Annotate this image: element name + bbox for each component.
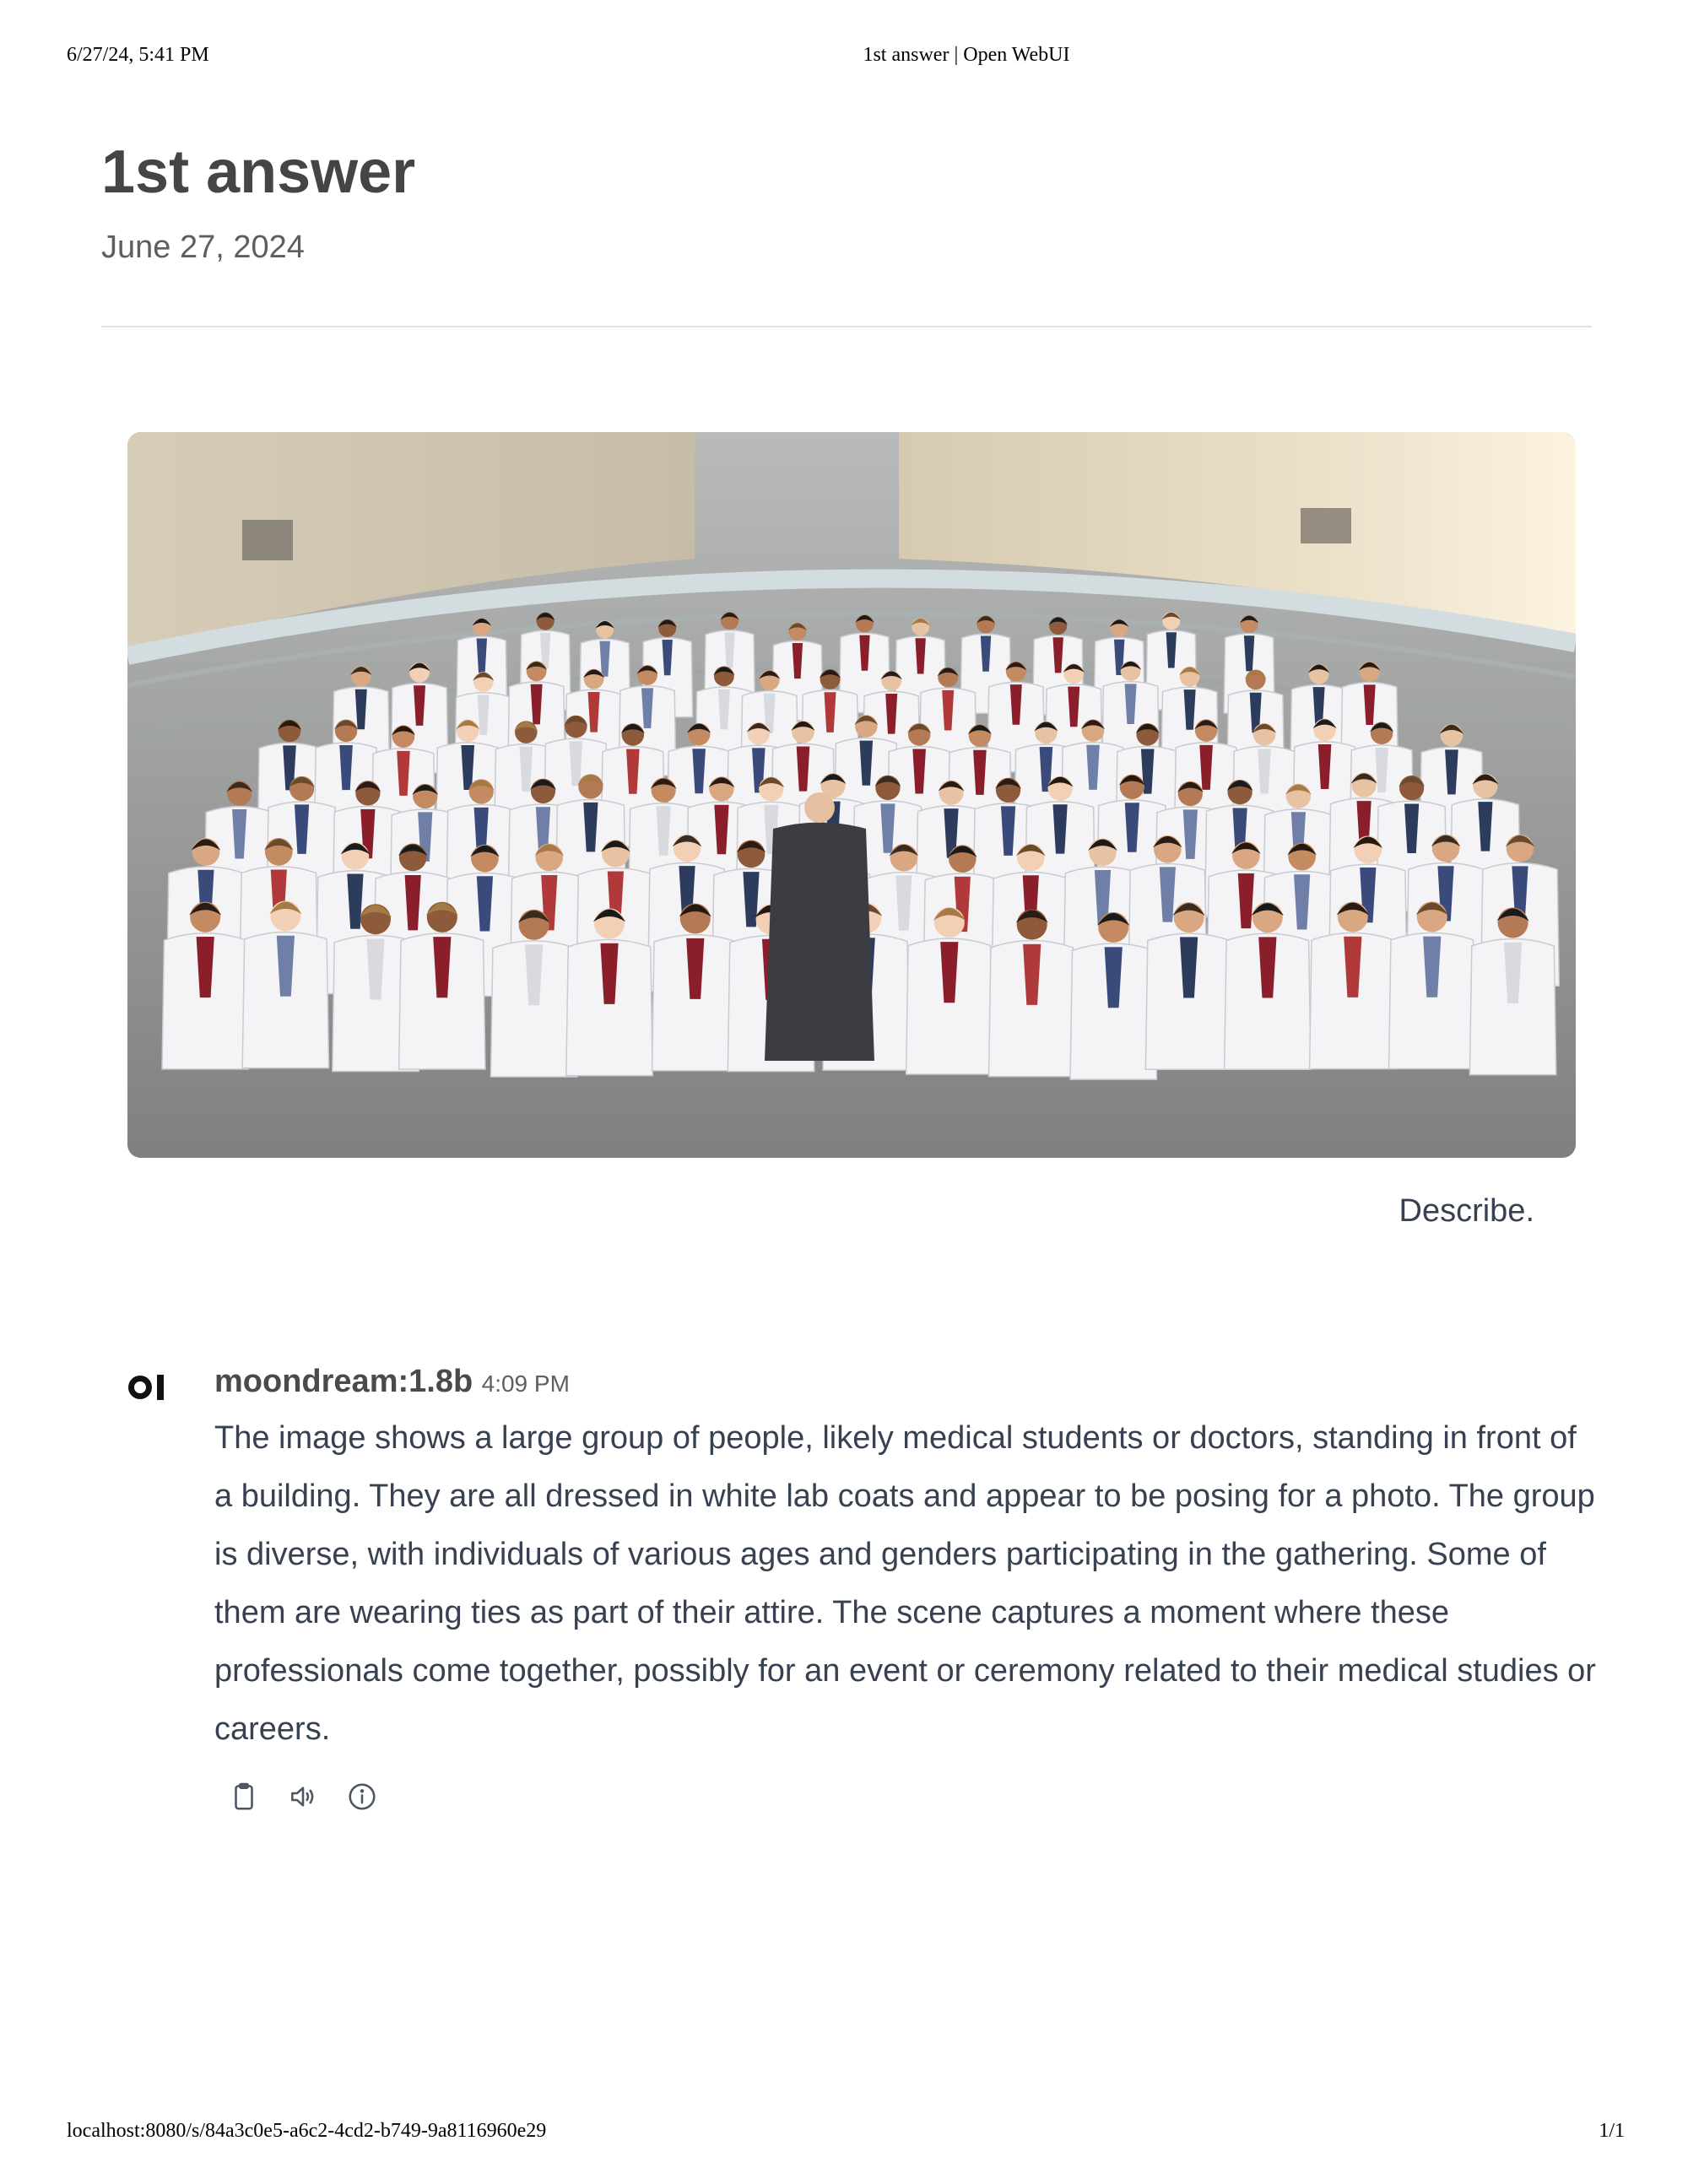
info-icon xyxy=(349,1783,376,1810)
group-photo-illustration xyxy=(127,432,1576,1158)
copy-button[interactable] xyxy=(225,1777,263,1816)
header-divider xyxy=(101,326,1592,327)
assistant-message-header: moondream:1.8b 4:09 PM xyxy=(214,1365,570,1397)
model-name: moondream:1.8b xyxy=(214,1364,473,1399)
group-photo[interactable] xyxy=(127,432,1576,1158)
chat-title: 1st answer xyxy=(101,138,416,206)
person-head xyxy=(804,792,835,823)
avatar-ring xyxy=(128,1376,152,1399)
assistant-message-text: The image shows a large group of people,… xyxy=(214,1420,1596,1747)
print-url: localhost:8080/s/84a3c0e5-a6c2-4cd2-b749… xyxy=(67,2120,547,2142)
read-aloud-button[interactable] xyxy=(284,1777,322,1816)
person-suit xyxy=(765,822,874,1061)
print-header: 6/27/24, 5:41 PM 1st answer | Open WebUI xyxy=(0,44,1688,69)
avatar-bar xyxy=(157,1375,164,1400)
print-page-number: 1/1 xyxy=(1599,2120,1625,2142)
print-page-title: 1st answer | Open WebUI xyxy=(863,44,1070,66)
message-actions xyxy=(225,1777,381,1816)
chat-date: June 27, 2024 xyxy=(101,230,305,265)
print-footer: localhost:8080/s/84a3c0e5-a6c2-4cd2-b749… xyxy=(0,2120,1688,2145)
speaker-icon xyxy=(291,1787,314,1807)
clipboard-icon xyxy=(235,1782,253,1810)
message-timestamp: 4:09 PM xyxy=(481,1370,570,1397)
assistant-avatar xyxy=(128,1370,172,1404)
generation-info-button[interactable] xyxy=(343,1777,381,1816)
user-message-text: Describe. xyxy=(1399,1193,1535,1229)
